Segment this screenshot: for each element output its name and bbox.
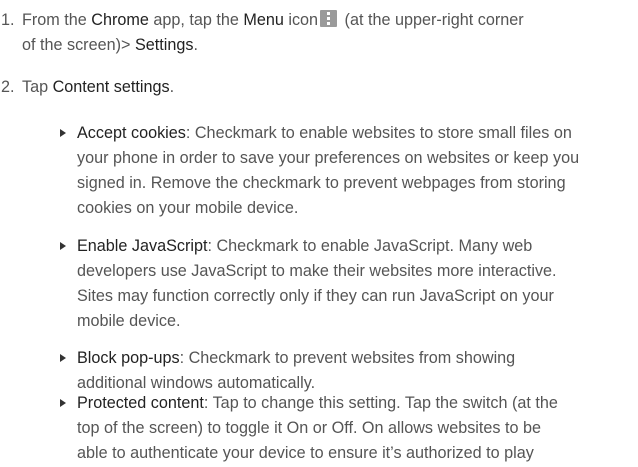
settings-term: Settings	[134, 36, 194, 54]
step-number: 1.	[1, 11, 15, 29]
step-number: 2.	[1, 78, 15, 96]
menu-icon	[320, 10, 338, 27]
bullet-arrow-icon	[60, 242, 66, 250]
bullet-arrow-icon	[60, 399, 66, 407]
step-text: Tap Content settings.	[22, 78, 175, 96]
step-1-line-1: From the Chrome app, tap the Menu icon (…	[22, 10, 524, 29]
bullet-term: Block pop-ups	[77, 349, 180, 367]
bullet-arrow-icon	[60, 129, 66, 137]
chrome-app-term: Chrome	[91, 11, 149, 29]
content-settings-term: Content settings	[52, 78, 170, 96]
step-text: From the Chrome app, tap the Menu icon (…	[22, 9, 620, 59]
bullet-arrow-icon	[60, 354, 66, 362]
step-1-line-2: of the screen)> Settings.	[22, 36, 198, 54]
manual-page: 1. From the Chrome app, tap the Menu ico…	[0, 0, 638, 462]
bullet-term: Accept cookies	[77, 124, 186, 142]
bullet-term: Enable JavaScript	[77, 237, 208, 255]
bullet-term: Protected content	[77, 394, 204, 412]
menu-term: Menu	[243, 11, 284, 29]
